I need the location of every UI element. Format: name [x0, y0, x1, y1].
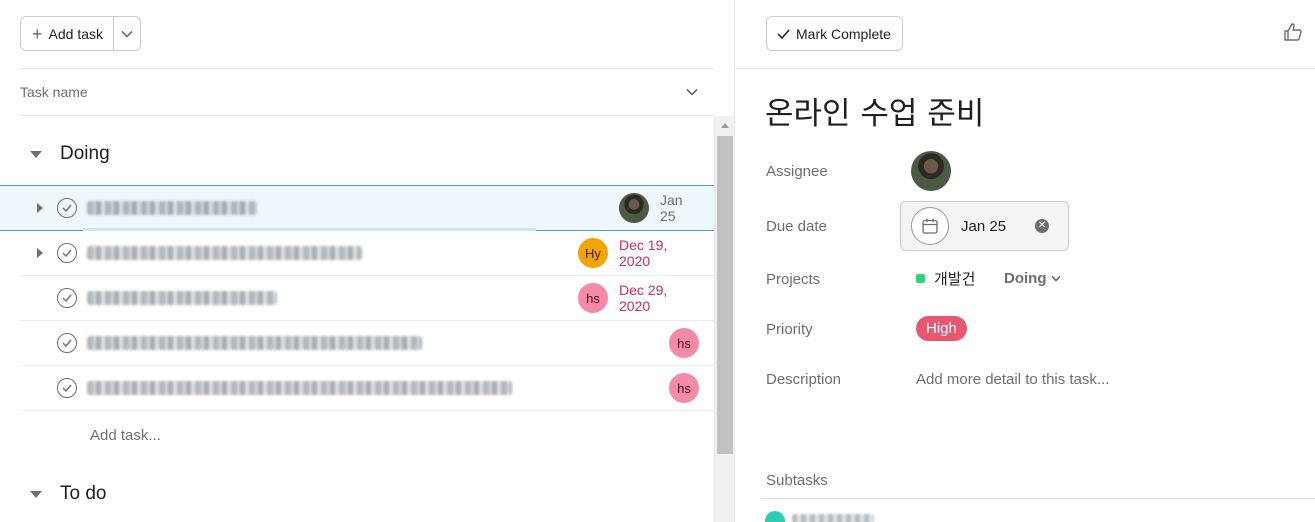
- add-task-button[interactable]: + Add task: [20, 16, 114, 51]
- project-section-value: Doing: [1004, 270, 1047, 287]
- mark-complete-button[interactable]: Mark Complete: [766, 16, 903, 51]
- plus-icon: +: [32, 23, 43, 44]
- checkmark-icon: [777, 29, 790, 39]
- assignee-avatar[interactable]: Hy: [578, 238, 608, 268]
- description-input[interactable]: Add more detail to this task...: [916, 371, 1109, 388]
- chevron-down-icon: [1050, 275, 1061, 282]
- task-name-redacted[interactable]: [87, 291, 277, 305]
- assignee-label: Assignee: [766, 163, 828, 180]
- add-task-inline-link[interactable]: Add task...: [90, 427, 161, 444]
- due-date-field[interactable]: Jan 25 ✕: [900, 201, 1069, 251]
- task-meta: Hy Dec 19, 2020: [578, 237, 714, 269]
- task-meta: hs: [669, 328, 714, 358]
- column-header-task-name: Task name: [20, 84, 88, 100]
- priority-label: Priority: [766, 321, 813, 338]
- subtasks-label: Subtasks: [766, 472, 828, 489]
- column-header: Task name: [20, 68, 714, 116]
- complete-check-icon[interactable]: [57, 198, 77, 218]
- add-task-toolbar: + Add task: [20, 16, 141, 51]
- clear-date-icon[interactable]: ✕: [1035, 219, 1050, 233]
- scroll-up-arrow-icon[interactable]: [721, 123, 729, 128]
- task-name-redacted[interactable]: [87, 336, 422, 350]
- task-row[interactable]: hs: [20, 321, 714, 366]
- chevron-down-icon[interactable]: [686, 88, 698, 96]
- complete-check-icon[interactable]: [57, 243, 77, 263]
- task-row[interactable]: hs Dec 29, 2020: [20, 276, 714, 321]
- task-row[interactable]: Jan 25: [0, 185, 714, 231]
- projects-label: Projects: [766, 271, 821, 288]
- task-meta: hs Dec 29, 2020: [578, 282, 714, 314]
- description-label: Description: [766, 371, 842, 388]
- due-date[interactable]: Dec 19, 2020: [619, 237, 699, 269]
- task-title[interactable]: 온라인 수업 준비: [765, 88, 984, 133]
- due-date-label: Due date: [766, 218, 827, 235]
- task-row[interactable]: Hy Dec 19, 2020: [20, 231, 714, 276]
- assignee-avatar[interactable]: [619, 193, 649, 223]
- expand-subtasks-icon[interactable]: [37, 203, 43, 213]
- calendar-icon: [911, 207, 949, 245]
- chevron-down-icon: [121, 30, 133, 38]
- mark-complete-label: Mark Complete: [796, 25, 891, 42]
- task-meta: hs: [669, 373, 714, 403]
- add-task-dropdown-button[interactable]: [114, 16, 141, 51]
- due-date[interactable]: Jan 25: [660, 192, 699, 224]
- assignee-avatar[interactable]: [911, 151, 951, 191]
- task-row[interactable]: hs: [20, 366, 714, 411]
- scrollbar-thumb[interactable]: [717, 136, 733, 454]
- complete-check-icon[interactable]: [57, 333, 77, 353]
- task-name-redacted[interactable]: [87, 246, 362, 260]
- task-detail-pane: Mark Complete 온라인 수업 준비 Assignee Due dat…: [734, 0, 1315, 522]
- divider: [761, 498, 1315, 499]
- collapse-triangle-icon[interactable]: [30, 490, 42, 498]
- task-name-redacted[interactable]: [87, 201, 257, 215]
- complete-check-icon[interactable]: [57, 378, 77, 398]
- complete-check-icon[interactable]: [57, 288, 77, 308]
- add-task-label: Add task: [48, 25, 103, 42]
- priority-badge[interactable]: High: [916, 316, 967, 341]
- section-doing[interactable]: Doing: [30, 143, 110, 165]
- thumbs-up-icon[interactable]: [1283, 22, 1303, 42]
- assignee-avatar[interactable]: hs: [669, 328, 699, 358]
- expand-subtasks-icon[interactable]: [37, 248, 43, 258]
- project-color-dot: [916, 274, 925, 283]
- due-date[interactable]: Dec 29, 2020: [619, 282, 699, 314]
- subtask-complete-check-icon[interactable]: [765, 511, 785, 522]
- divider: [735, 68, 1315, 69]
- due-date-value: Jan 25: [961, 217, 1007, 235]
- assignee-avatar[interactable]: hs: [669, 373, 699, 403]
- section-title: To do: [60, 483, 107, 504]
- project-tag[interactable]: 개발건: [916, 268, 975, 289]
- section-to-do[interactable]: To do: [30, 483, 106, 505]
- project-name: 개발건: [934, 270, 976, 288]
- assignee-avatar[interactable]: hs: [578, 283, 608, 313]
- scrollbar[interactable]: [714, 116, 734, 522]
- task-name-redacted[interactable]: [87, 381, 512, 395]
- section-title: Doing: [60, 143, 110, 164]
- task-list-pane: + Add task Task name Doing Jan 25 Hy Dec…: [0, 0, 734, 522]
- project-section-dropdown[interactable]: Doing: [1004, 270, 1061, 287]
- subtask-name-redacted[interactable]: [792, 514, 874, 522]
- collapse-triangle-icon[interactable]: [30, 150, 42, 158]
- task-meta: Jan 25: [619, 192, 714, 224]
